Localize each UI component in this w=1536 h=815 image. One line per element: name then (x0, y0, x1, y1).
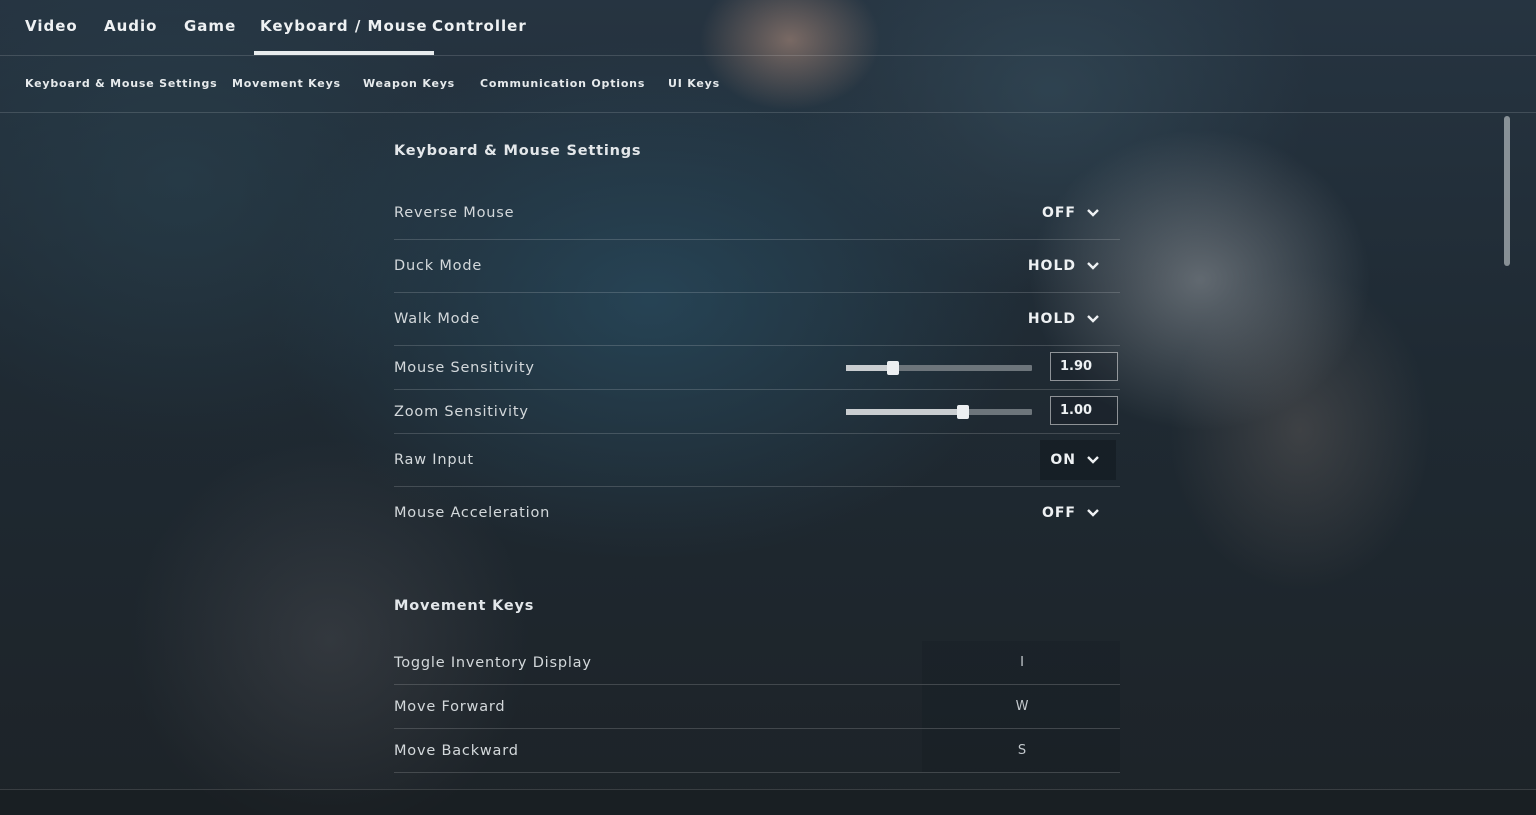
toggle-inventory-key-button[interactable]: I (922, 641, 1120, 684)
dropdown-value: OFF (1041, 505, 1076, 521)
subtab-weapon-keys[interactable]: Weapon Keys (363, 77, 455, 90)
bottom-bar (0, 789, 1536, 815)
sub-navigation: Keyboard & Mouse Settings Movement Keys … (0, 56, 1536, 113)
zoom-sensitivity-slider[interactable] (846, 405, 1032, 419)
keybind-label: Move Backward (394, 743, 519, 759)
section-title-movement-keys: Movement Keys (394, 598, 535, 614)
keybind-row-toggle-inventory: Toggle Inventory Display I (394, 641, 1120, 685)
raw-input-dropdown[interactable]: ON (1040, 440, 1116, 480)
keybind-label: Toggle Inventory Display (394, 655, 592, 671)
slider-fill (846, 365, 893, 371)
section-title-keyboard-mouse: Keyboard & Mouse Settings (394, 143, 642, 159)
setting-label: Duck Mode (394, 258, 483, 274)
setting-row-raw-input: Raw Input ON (394, 434, 1120, 487)
keybind-row-move-forward: Move Forward W (394, 685, 1120, 729)
reverse-mouse-dropdown[interactable]: OFF (1032, 193, 1104, 233)
subtab-ui-keys[interactable]: UI Keys (668, 77, 720, 90)
tab-game[interactable]: Game (184, 17, 236, 35)
setting-label: Raw Input (394, 452, 474, 468)
keybind-label: Move Forward (394, 699, 506, 715)
chevron-down-icon (1087, 262, 1099, 270)
move-backward-key-button[interactable]: S (922, 729, 1120, 772)
move-forward-key-button[interactable]: W (922, 685, 1120, 728)
dropdown-value: HOLD (1027, 311, 1076, 327)
subtab-movement-keys[interactable]: Movement Keys (232, 77, 341, 90)
scrollbar-thumb[interactable] (1504, 116, 1510, 266)
setting-row-zoom-sensitivity: Zoom Sensitivity 1.00 (394, 390, 1120, 434)
walk-mode-dropdown[interactable]: HOLD (1018, 299, 1104, 339)
keybind-row-move-backward: Move Backward S (394, 729, 1120, 773)
key-value: I (1020, 655, 1024, 670)
setting-row-duck-mode: Duck Mode HOLD (394, 240, 1120, 293)
key-value: W (1015, 699, 1029, 714)
mouse-acceleration-dropdown[interactable]: OFF (1032, 493, 1104, 533)
mouse-sensitivity-slider[interactable] (846, 361, 1032, 375)
mouse-sensitivity-input[interactable]: 1.90 (1050, 352, 1118, 381)
tab-video[interactable]: Video (25, 17, 78, 35)
setting-row-walk-mode: Walk Mode HOLD (394, 293, 1120, 346)
tab-keyboard-mouse[interactable]: Keyboard / Mouse (254, 17, 434, 55)
setting-label: Reverse Mouse (394, 205, 515, 221)
slider-thumb[interactable] (886, 361, 899, 375)
slider-thumb[interactable] (957, 405, 970, 419)
setting-label: Walk Mode (394, 311, 481, 327)
chevron-down-icon (1087, 509, 1099, 517)
setting-label: Mouse Acceleration (394, 505, 551, 521)
dropdown-value: OFF (1041, 205, 1076, 221)
setting-row-mouse-acceleration: Mouse Acceleration OFF (394, 487, 1120, 539)
subtab-keyboard-mouse-settings[interactable]: Keyboard & Mouse Settings (25, 77, 217, 90)
zoom-sensitivity-input[interactable]: 1.00 (1050, 396, 1118, 425)
tab-audio[interactable]: Audio (104, 17, 157, 35)
tab-controller[interactable]: Controller (432, 17, 527, 35)
top-navigation: Video Audio Game Keyboard / Mouse Contro… (0, 0, 1536, 56)
subtab-communication-options[interactable]: Communication Options (480, 77, 645, 90)
duck-mode-dropdown[interactable]: HOLD (1018, 246, 1104, 286)
setting-row-mouse-sensitivity: Mouse Sensitivity 1.90 (394, 346, 1120, 390)
setting-label: Mouse Sensitivity (394, 360, 535, 376)
dropdown-value: HOLD (1027, 258, 1076, 274)
dropdown-value: ON (1050, 452, 1076, 468)
chevron-down-icon (1087, 456, 1099, 464)
setting-label: Zoom Sensitivity (394, 404, 529, 420)
key-value: S (1017, 743, 1027, 758)
chevron-down-icon (1087, 315, 1099, 323)
slider-fill (846, 409, 964, 415)
setting-row-reverse-mouse: Reverse Mouse OFF (394, 187, 1120, 240)
chevron-down-icon (1087, 209, 1099, 217)
